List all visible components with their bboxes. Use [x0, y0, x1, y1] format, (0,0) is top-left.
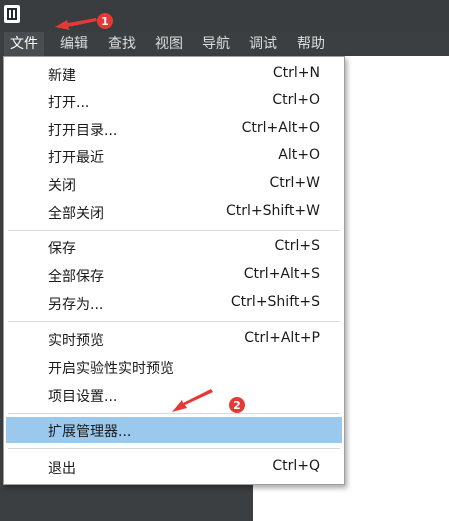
- menu-item-shortcut: Ctrl+Alt+O: [241, 120, 320, 136]
- menu-item-save-as[interactable]: 另存为... Ctrl+Shift+S: [6, 290, 342, 316]
- menu-item-label: 关闭: [48, 178, 76, 194]
- menu-help[interactable]: 帮助: [291, 32, 331, 56]
- menu-item-label: 扩展管理器...: [48, 424, 132, 440]
- menu-item-shortcut: Ctrl+W: [269, 175, 320, 191]
- menu-item-new[interactable]: 新建 Ctrl+N: [6, 61, 342, 87]
- menu-item-shortcut: Ctrl+Shift+S: [230, 294, 320, 310]
- menu-item-exit[interactable]: 退出 Ctrl+Q: [6, 454, 342, 480]
- menu-view[interactable]: 视图: [149, 32, 189, 56]
- menu-item-label: 新建: [48, 68, 76, 84]
- menu-item-label: 打开...: [48, 95, 90, 111]
- menu-item-open[interactable]: 打开... Ctrl+O: [6, 88, 342, 114]
- menu-separator: [8, 321, 340, 322]
- brackets-logo-icon[interactable]: [4, 5, 20, 23]
- file-menu-dropdown: 新建 Ctrl+N 打开... Ctrl+O 打开目录... Ctrl+Alt+…: [3, 56, 345, 485]
- menu-separator: [8, 448, 340, 449]
- menu-item-project-settings[interactable]: 项目设置...: [6, 382, 342, 408]
- title-bar: [0, 0, 449, 32]
- menu-file[interactable]: 文件: [4, 32, 44, 56]
- menu-item-shortcut: Ctrl+S: [274, 238, 320, 254]
- menu-item-shortcut: Ctrl+O: [272, 92, 320, 108]
- menu-item-label: 项目设置...: [48, 389, 118, 405]
- menu-item-close-all[interactable]: 全部关闭 Ctrl+Shift+W: [6, 199, 342, 225]
- menu-item-live-preview[interactable]: 实时预览 Ctrl+Alt+P: [6, 326, 342, 352]
- menu-item-open-folder[interactable]: 打开目录... Ctrl+Alt+O: [6, 116, 342, 142]
- menu-item-save[interactable]: 保存 Ctrl+S: [6, 234, 342, 260]
- menu-item-label: 开启实验性实时预览: [48, 361, 174, 377]
- menu-item-shortcut: Ctrl+Alt+P: [244, 330, 320, 346]
- menu-separator: [8, 413, 340, 414]
- menu-item-extension-manager[interactable]: 扩展管理器...: [6, 417, 342, 443]
- menu-item-shortcut: Ctrl+Q: [272, 458, 320, 474]
- menu-item-label: 另存为...: [48, 297, 104, 313]
- menu-item-label: 全部保存: [48, 269, 104, 285]
- menu-bar: 文件 编辑 查找 视图 导航 调试 帮助: [0, 32, 449, 56]
- menu-item-label: 实时预览: [48, 333, 104, 349]
- menu-item-close[interactable]: 关闭 Ctrl+W: [6, 171, 342, 197]
- menu-item-label: 全部关闭: [48, 206, 104, 222]
- menu-item-label: 保存: [48, 241, 76, 257]
- menu-find[interactable]: 查找: [102, 32, 142, 56]
- menu-item-shortcut: Ctrl+N: [272, 65, 320, 81]
- menu-navigate[interactable]: 导航: [196, 32, 236, 56]
- menu-item-open-recent[interactable]: 打开最近 Alt+O: [6, 143, 342, 169]
- menu-item-shortcut: Alt+O: [278, 147, 320, 163]
- menu-item-save-all[interactable]: 全部保存 Ctrl+Alt+S: [6, 262, 342, 288]
- menu-separator: [8, 230, 340, 231]
- menu-item-experimental-live-preview[interactable]: 开启实验性实时预览: [6, 354, 342, 380]
- menu-debug[interactable]: 调试: [243, 32, 283, 56]
- menu-item-label: 退出: [48, 461, 76, 477]
- menu-item-label: 打开目录...: [48, 123, 118, 139]
- menu-item-label: 打开最近: [48, 150, 104, 166]
- menu-item-shortcut: Ctrl+Shift+W: [225, 203, 320, 219]
- menu-item-shortcut: Ctrl+Alt+S: [243, 266, 320, 282]
- menu-edit[interactable]: 编辑: [54, 32, 94, 56]
